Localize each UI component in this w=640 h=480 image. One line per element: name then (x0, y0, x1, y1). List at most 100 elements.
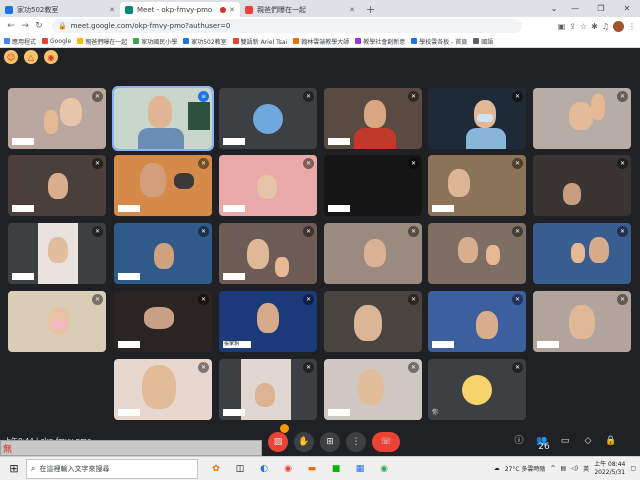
tab-search-chevron-icon[interactable]: ⌄ (546, 0, 562, 17)
bookmark-apps[interactable]: 應用程式 (4, 37, 36, 46)
back-arrow-icon[interactable]: ← (4, 21, 18, 31)
host-controls-icon[interactable]: 🔒 (604, 434, 618, 448)
forward-arrow-icon[interactable]: → (18, 21, 32, 31)
raise-hand-button[interactable]: ✋ (294, 432, 314, 452)
participant-tile[interactable]: ✕ (533, 88, 631, 149)
participant-tile[interactable]: ✕ (219, 223, 317, 284)
mic-off-icon: ✕ (198, 226, 209, 237)
participant-tile[interactable]: ✕ (428, 223, 526, 284)
tray-chevron-icon[interactable]: ^ (550, 465, 555, 472)
extension-puzzle-icon[interactable]: ✱ (591, 22, 598, 31)
participant-tile[interactable]: ✕ (219, 155, 317, 216)
participant-tile[interactable]: ✕ (114, 359, 212, 420)
network-icon[interactable]: ▤ (560, 465, 566, 472)
bookmark-teaching[interactable]: 教學社會創新意 (355, 37, 405, 46)
browser-tab-parents[interactable]: 親爸們曝在一起 ✕ (240, 2, 360, 17)
participant-tile[interactable]: ✕ (114, 155, 212, 216)
participant-face (569, 305, 595, 339)
windows-start-icon[interactable]: ⊞ (4, 459, 24, 479)
chrome-meet-window-icon[interactable]: ◉ (374, 459, 394, 479)
reload-icon[interactable]: ↻ (32, 21, 46, 31)
participant-tile[interactable]: ✕ (324, 88, 422, 149)
participant-tile[interactable]: ✕ (219, 88, 317, 149)
end-call-button[interactable]: ☏ (372, 432, 400, 452)
participant-tile[interactable]: ✕ (324, 223, 422, 284)
info-icon[interactable]: ◉ (44, 50, 58, 64)
parents-favicon-icon (245, 5, 253, 14)
bookmark-star-icon[interactable]: ☆ (580, 22, 587, 31)
participant-tile[interactable]: ✕ (8, 88, 106, 149)
close-icon[interactable]: ✕ (109, 6, 115, 14)
activities-icon[interactable]: ◇ (581, 434, 595, 448)
bookmark-school-cloud[interactable]: 學校雲各板 - 首頁 (411, 37, 467, 46)
cortana-bird-icon[interactable]: ✿ (206, 459, 226, 479)
close-icon[interactable]: ✕ (229, 6, 235, 14)
participant-tile[interactable]: ✕ (428, 88, 526, 149)
window-close-icon[interactable]: ✕ (614, 0, 640, 17)
chat-icon[interactable]: ▭ (558, 434, 572, 448)
participant-tile[interactable]: ✕ (114, 223, 212, 284)
mic-off-icon: ✕ (198, 158, 209, 169)
bookmark-google[interactable]: Google (42, 38, 71, 45)
bookmark-label: 親爸們曝在一起 (85, 38, 128, 46)
participant-tile[interactable]: ✕ (324, 291, 422, 352)
store-icon[interactable]: ▦ (350, 459, 370, 479)
more-options-button[interactable]: ⋮ (346, 432, 366, 452)
bookmark-mandarin[interactable]: 國語 (473, 37, 493, 46)
participant-tile[interactable]: ✕ (533, 155, 631, 216)
bookmark-school[interactable]: 家功國民小學 (133, 37, 177, 46)
participant-tile[interactable]: ✕ (533, 291, 631, 352)
share-icon[interactable]: ⇪ (569, 22, 576, 31)
participant-tile[interactable]: ✕ (428, 155, 526, 216)
participant-tile[interactable]: ✕ (8, 223, 106, 284)
participant-tile[interactable]: ✕ (533, 223, 631, 284)
menu-dots-icon[interactable]: ⋮ (628, 22, 636, 31)
meeting-info-icon[interactable]: ⓘ (512, 434, 526, 448)
profile-avatar-icon[interactable] (613, 20, 624, 32)
weather-text[interactable]: 27°C 多雲時陰 (505, 464, 546, 473)
participant-tile[interactable]: ✕ (114, 291, 212, 352)
minimize-icon[interactable]: — (562, 0, 588, 17)
new-tab-plus-icon[interactable]: + (366, 3, 375, 16)
volume-icon[interactable]: ◁) (571, 465, 578, 472)
people-icon[interactable]: 👥26 (535, 434, 549, 452)
browser-toolbar: ← → ↻ 🔒 meet.google.com/okp-fmvy-pmo?aut… (0, 17, 640, 35)
warning-icon[interactable]: △ (24, 50, 38, 64)
edge-icon[interactable]: ◐ (254, 459, 274, 479)
bookmark-classroom[interactable]: 家功502教室 (183, 37, 227, 46)
camera-off-button[interactable]: ▨ (268, 432, 288, 452)
participant-tile[interactable]: ✕ (324, 155, 422, 216)
participant-tile[interactable]: ✕ (428, 291, 526, 352)
bookmark-hanlin[interactable]: 翰林雲端教學大師 (293, 37, 349, 46)
ime-indicator[interactable]: 英 (583, 464, 589, 473)
notification-icon[interactable]: ▢ (630, 465, 636, 472)
camera-indicator-icon[interactable]: ▣ (558, 22, 566, 31)
close-icon[interactable]: ✕ (349, 6, 355, 14)
weather-icon[interactable]: ☁ (494, 465, 500, 472)
bookmark-label: 應用程式 (12, 38, 37, 46)
mic-off-icon: ✕ (303, 158, 314, 169)
participant-tile[interactable]: ✕ 張家玥 (219, 291, 317, 352)
browser-tab-classroom[interactable]: 家功502教室 ✕ (0, 2, 120, 17)
media-icon[interactable]: ♫ (602, 22, 609, 31)
system-clock[interactable]: 上午 08:44 2022/5/31 (594, 461, 625, 477)
browser-tab-meet[interactable]: Meet - okp-fmvy-pmo ✕ (120, 2, 240, 17)
emoji-icon[interactable]: ☺ (4, 50, 18, 64)
bookmark-parents[interactable]: 親爸們曝在一起 (77, 37, 127, 46)
present-screen-button[interactable]: ⊞ (320, 432, 340, 452)
chrome-icon[interactable]: ◉ (278, 459, 298, 479)
task-view-icon[interactable]: ◫ (230, 459, 250, 479)
line-app-icon[interactable]: ■ (326, 459, 346, 479)
file-explorer-icon[interactable]: ▬ (302, 459, 322, 479)
bookmark-ariel[interactable]: 雙語新 Ariel Tsai (232, 37, 287, 46)
side-panel-controls: ⓘ 👥26 ▭ ◇ 🔒 (512, 434, 618, 452)
self-tile[interactable]: ✕ 你 (428, 359, 526, 420)
taskbar-search-box[interactable]: ⌕ 在這裡輸入文字來搜尋 (26, 458, 198, 479)
participant-tile[interactable]: ✕ (324, 359, 422, 420)
participant-tile[interactable]: ✕ (219, 359, 317, 420)
address-bar[interactable]: 🔒 meet.google.com/okp-fmvy-pmo?authuser=… (52, 19, 522, 33)
participant-tile[interactable]: ✕ (8, 155, 106, 216)
maximize-icon[interactable]: ❐ (588, 0, 614, 17)
participant-tile[interactable]: ✕ (8, 291, 106, 352)
participant-tile-active-speaker[interactable]: ≡ (112, 86, 214, 151)
